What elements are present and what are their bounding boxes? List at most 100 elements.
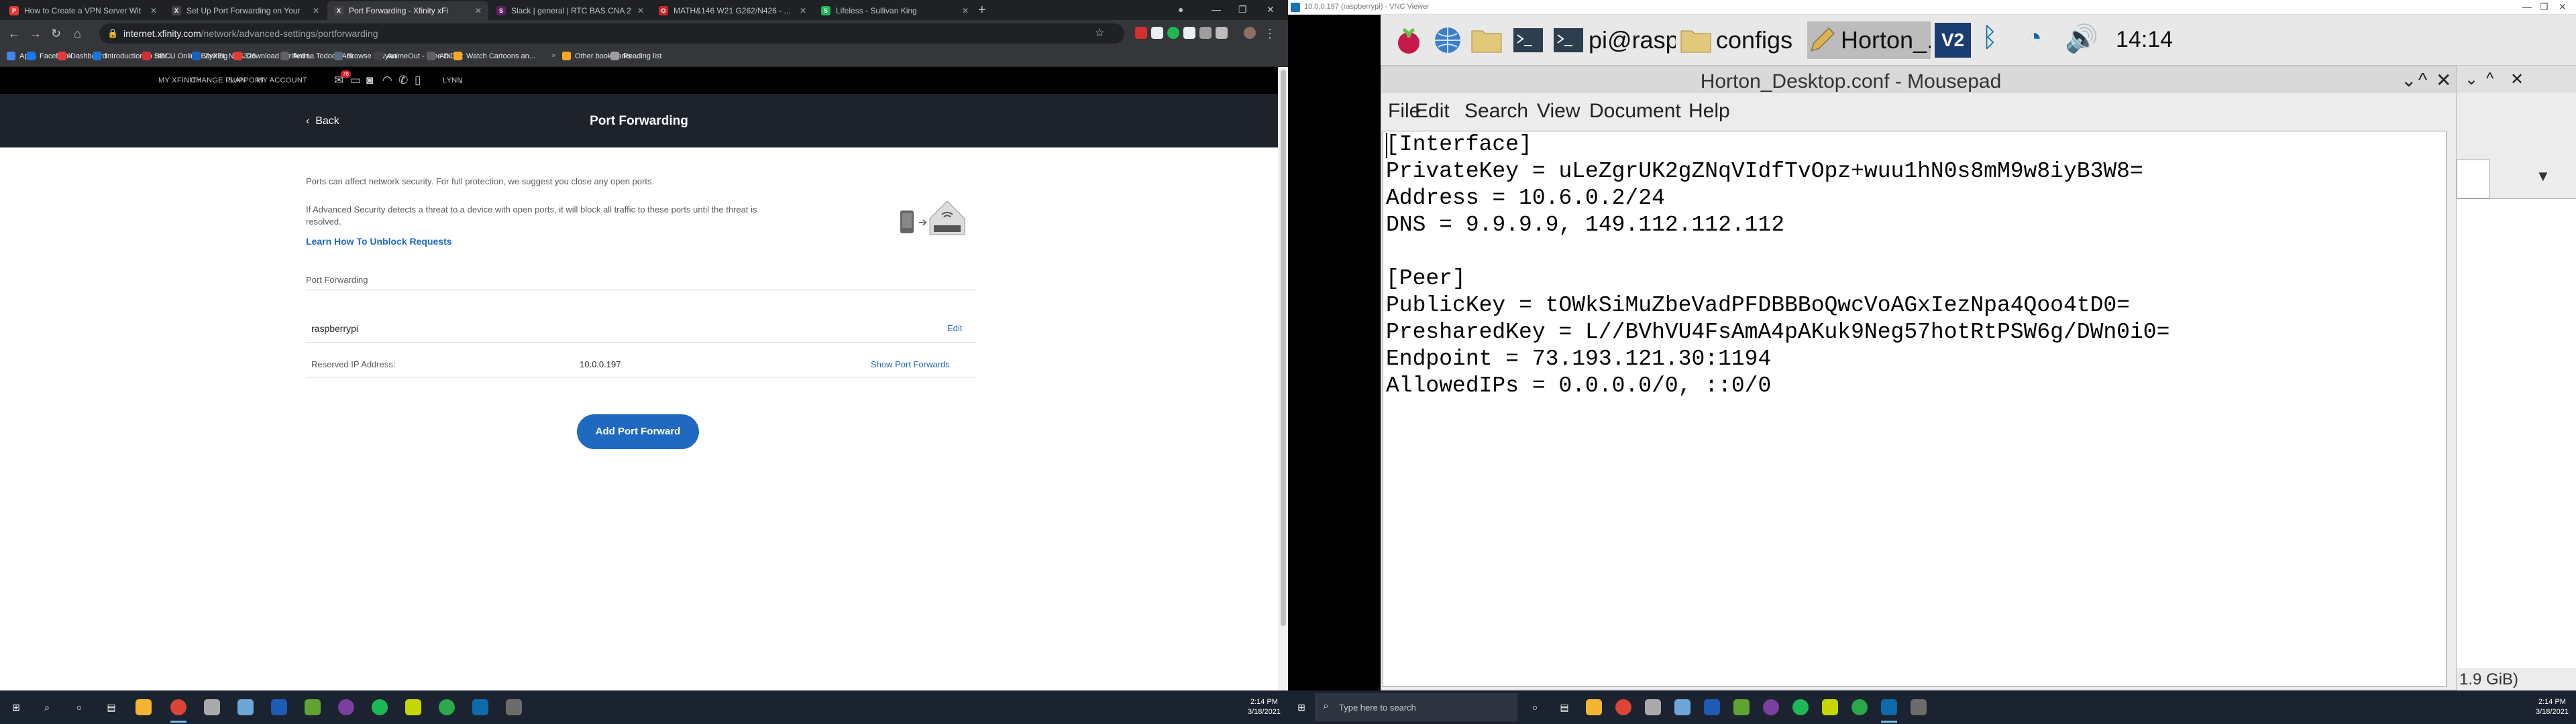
learn-unblock-link[interactable]: Learn How To Unblock Requests [306,236,452,247]
app-icon[interactable] [338,699,354,715]
file-explorer-icon[interactable] [136,699,152,715]
close-icon[interactable]: ✕ [475,6,482,15]
menu-help[interactable]: Help [1688,100,1730,123]
app-icon[interactable] [1674,699,1690,715]
vnc-viewer-icon[interactable] [472,699,488,715]
windows-start-icon[interactable]: ⊞ [8,699,24,715]
app-icon[interactable] [506,699,522,715]
spotify-extension-icon[interactable] [1167,27,1179,39]
maximize-button[interactable]: ^ [2418,69,2427,90]
close-window-button[interactable]: ✕ [2559,1,2567,13]
spotify-icon[interactable] [372,699,388,715]
minimize-button[interactable]: ⌄ [2401,69,2416,91]
scrollbar-thumb[interactable] [1281,70,1286,626]
taskbar-configs-window[interactable]: configs [1680,21,1803,59]
bluetooth-icon[interactable]: ᛒ [1982,23,1998,53]
maximize-icon[interactable]: ^ [2486,70,2493,88]
search-icon[interactable]: ⌕ [39,699,55,715]
forward-arrow-icon[interactable]: → [30,27,42,40]
menu-view[interactable]: View [1537,100,1580,123]
close-icon[interactable]: ✕ [962,6,969,15]
close-window-button[interactable]: ✕ [2436,69,2451,91]
word-icon[interactable] [271,699,287,715]
chevron-down-icon[interactable]: ⌄ [458,76,464,85]
media-icon[interactable] [1216,27,1228,39]
phone-icon[interactable]: ✆ [398,74,408,87]
windows-start-icon[interactable]: ⊞ [1293,699,1309,715]
show-port-forwards-link[interactable]: Show Port Forwards [871,359,950,369]
app-icon[interactable] [439,699,455,715]
bookmark-watch-cartoons[interactable]: Watch Cartoons an... [453,52,535,60]
bookmarks-overflow-icon[interactable]: » [551,52,555,60]
close-icon[interactable]: ✕ [800,6,806,15]
close-icon[interactable]: ✕ [637,6,644,15]
address-bar[interactable]: 🔒 internet.xfinity.com/network/advanced-… [99,23,1124,44]
chrome-icon[interactable] [1615,699,1631,715]
terminal-icon[interactable] [1509,23,1547,58]
volume-icon[interactable]: 🔊 [2065,23,2098,54]
menu-document[interactable]: Document [1589,100,1681,123]
extension-icon[interactable] [1183,27,1195,39]
home-icon[interactable]: ⌂ [74,27,81,40]
file-manager-icon[interactable] [1468,23,1505,58]
maximize-button[interactable]: ❐ [2540,1,2548,13]
minimize-button[interactable]: — [2522,1,2532,12]
add-port-forward-button[interactable]: Add Port Forward [577,414,699,449]
background-window-field[interactable] [2457,160,2490,198]
wifi-icon[interactable]: ◔ [2026,23,2042,53]
camera-icon[interactable]: ◙ [366,74,373,87]
close-icon[interactable]: ✕ [313,6,319,15]
tab-setup-port-forwarding[interactable]: X Set Up Port Forwarding on Your ✕ [165,1,326,20]
nav-my-account[interactable]: MY ACCOUNT [256,76,307,84]
close-icon[interactable]: ✕ [150,6,157,15]
new-tab-button[interactable]: + [978,3,986,18]
task-view-icon[interactable]: ▤ [103,699,119,715]
minimize-button[interactable]: — [1212,4,1221,15]
taskbar-mousepad-window[interactable]: Horton_... [1807,21,1931,59]
text-editor-area[interactable]: [Interface] PrivateKey = uLeZgrUK2gZNqVI… [1383,131,2447,687]
app-icon[interactable] [1733,699,1750,715]
taskbar-clock[interactable]: 2:14 PM 3/18/2021 [1248,697,1281,717]
wifi-icon[interactable]: ◠ [382,74,392,87]
reload-icon[interactable]: ↻ [51,27,61,40]
taskbar-terminal-window[interactable]: pi@rasp... [1552,21,1676,59]
edit-link[interactable]: Edit [947,323,962,333]
app-icon[interactable] [204,699,220,715]
cortana-icon[interactable]: ○ [71,699,87,715]
app-icon[interactable] [1645,699,1661,715]
app-icon[interactable] [305,699,321,715]
tv-icon[interactable]: ▭ [350,74,361,87]
search-box[interactable]: ⌕ Type here to search [1315,693,1517,721]
menu-search[interactable]: Search [1464,100,1528,123]
tab-port-forwarding[interactable]: X Port Forwarding - Xfinity xFi ✕ [327,1,488,20]
avatar[interactable] [1244,27,1256,39]
chevron-down-icon[interactable]: ⌄ [2465,70,2478,89]
tab-vpn-guide[interactable]: P How to Create a VPN Server Wit ✕ [3,1,164,20]
task-view-icon[interactable]: ▤ [1556,699,1572,715]
app-icon[interactable] [1911,699,1927,715]
tab-slack[interactable]: S Slack | general | RTC BAS CNA 2 ✕ [490,1,651,20]
raspberry-menu-icon[interactable] [1391,23,1426,58]
maximize-button[interactable]: ❐ [1238,4,1247,15]
word-icon[interactable] [1704,699,1720,715]
file-explorer-icon[interactable] [1586,699,1602,715]
tab-spotify[interactable]: S Lifeless - Sullivan King ✕ [814,1,975,20]
mobile-icon[interactable]: ▯ [415,74,421,87]
cortana-icon[interactable]: ○ [1527,699,1543,715]
tab-search-icon[interactable]: ● [1178,4,1183,15]
vnc-viewer-icon[interactable] [1881,699,1897,723]
extension-icon[interactable] [1151,27,1163,39]
back-arrow-icon[interactable]: ← [8,27,20,40]
spotify-icon[interactable] [1792,699,1809,715]
chrome-icon[interactable] [170,699,186,723]
tab-math[interactable]: O MATH&146 W21 G262/N426 - ... ✕ [652,1,813,20]
puzzle-extensions-icon[interactable] [1199,27,1212,39]
menu-kebab-icon[interactable]: ⋮ [1264,27,1276,40]
adblock-extension-icon[interactable] [1135,27,1147,39]
menu-edit[interactable]: Edit [1415,100,1450,123]
vnc-server-tray-icon[interactable]: V2 [1935,23,1971,58]
app-icon[interactable] [405,699,421,715]
app-icon[interactable] [1851,699,1868,715]
page-scrollbar[interactable] [1278,67,1288,690]
close-icon[interactable]: ✕ [2510,70,2524,89]
